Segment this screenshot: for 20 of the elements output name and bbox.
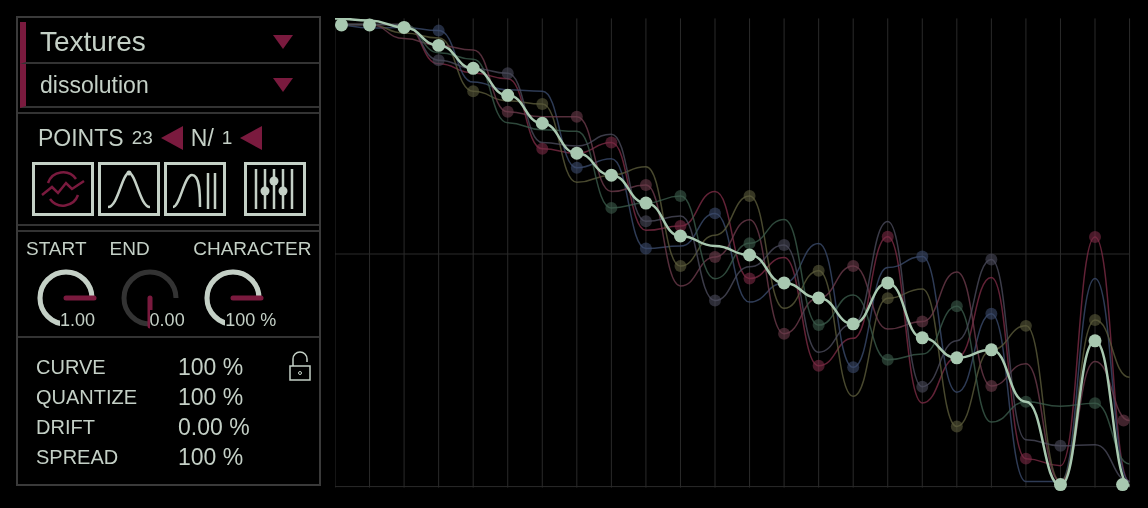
n-value: 1	[221, 127, 233, 149]
knob-value: 100 %	[225, 310, 277, 330]
param-label: QUANTIZE	[36, 385, 139, 410]
param-value[interactable]: 0.00 %	[178, 412, 288, 442]
knob-label: START	[26, 238, 87, 260]
category-name[interactable]: Textures	[40, 26, 146, 58]
knob-value: 1.00	[60, 310, 96, 330]
param-value[interactable]: 100 %	[178, 352, 288, 382]
knob-label: CHARACTER	[193, 238, 312, 260]
n-label: N/	[190, 124, 214, 152]
points-value: 23	[131, 127, 153, 149]
preset-name[interactable]: dissolution	[40, 71, 149, 99]
param-value[interactable]: 100 %	[178, 382, 288, 412]
param-label: SPREAD	[36, 445, 120, 470]
param-label: DRIFT	[36, 415, 96, 440]
param-value[interactable]: 100 %	[178, 442, 288, 472]
param-label: CURVE	[36, 355, 107, 380]
knob-value: 0.00	[149, 310, 185, 330]
points-label: POINTS	[38, 124, 124, 152]
knob-label: END	[109, 238, 150, 260]
